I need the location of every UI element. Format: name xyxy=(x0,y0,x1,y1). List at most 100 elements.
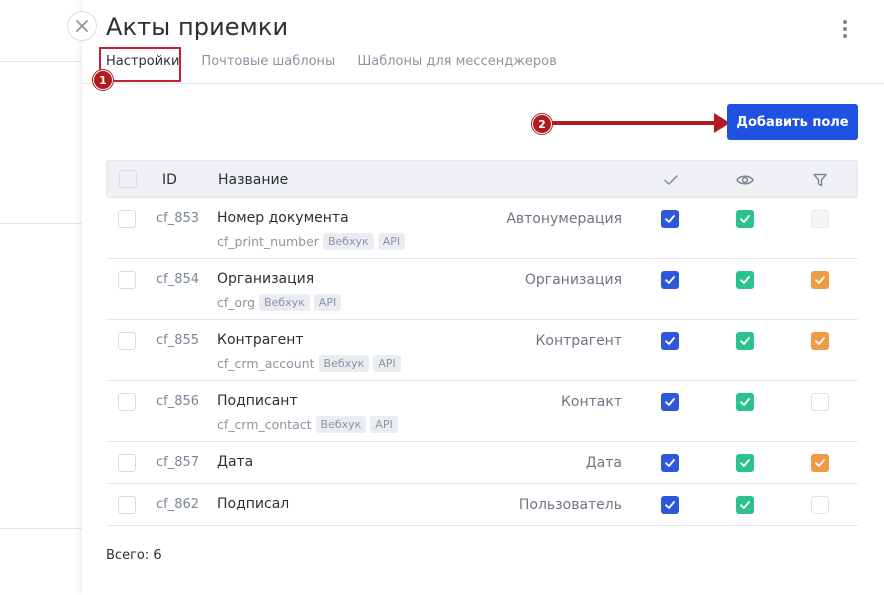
table-row[interactable]: cf_853 Номер документа cf_print_number В… xyxy=(106,198,858,259)
field-name: Подписант xyxy=(217,393,298,409)
check-icon xyxy=(815,337,825,345)
field-type: Дата xyxy=(585,455,622,471)
check-icon xyxy=(815,459,825,467)
field-id: cf_857 xyxy=(156,455,200,470)
annotation-marker-2: 2 xyxy=(532,114,552,134)
check-icon xyxy=(665,501,675,509)
check-icon xyxy=(740,501,750,509)
field-type: Автонумерация xyxy=(506,211,622,227)
tag-webhook: Вебхук xyxy=(259,294,310,311)
table-row[interactable]: cf_854 Организация cf_org Вебхук API Орг… xyxy=(106,259,858,320)
visible-checkbox[interactable] xyxy=(736,210,754,228)
field-id: cf_853 xyxy=(156,211,200,226)
check-icon xyxy=(740,459,750,467)
filter-checkbox[interactable] xyxy=(811,454,829,472)
field-name: Контрагент xyxy=(217,332,304,348)
filter-checkbox xyxy=(811,210,829,228)
required-checkbox[interactable] xyxy=(661,332,679,350)
field-id: cf_862 xyxy=(156,497,200,512)
total-count: Всего: 6 xyxy=(106,548,162,563)
field-code-line: cf_crm_account Вебхук API xyxy=(217,355,401,372)
filter-checkbox[interactable] xyxy=(811,393,829,411)
tag-webhook: Вебхук xyxy=(315,416,367,433)
filter-checkbox[interactable] xyxy=(811,496,829,514)
divider xyxy=(82,83,884,84)
check-icon xyxy=(815,276,825,284)
row-checkbox[interactable] xyxy=(118,393,136,411)
required-checkbox[interactable] xyxy=(661,496,679,514)
check-icon xyxy=(665,459,675,467)
field-id: cf_854 xyxy=(156,272,200,287)
field-name: Дата xyxy=(217,454,254,470)
background-page xyxy=(0,0,82,595)
check-icon xyxy=(740,215,750,223)
tab-messenger-templates[interactable]: Шаблоны для мессенджеров xyxy=(357,52,556,84)
visible-checkbox[interactable] xyxy=(736,271,754,289)
required-checkbox[interactable] xyxy=(661,393,679,411)
tag-webhook: Вебхук xyxy=(322,233,374,250)
table-row[interactable]: cf_862 Подписал Пользователь xyxy=(106,484,858,526)
tag-api: API xyxy=(377,233,406,250)
column-header-id: ID xyxy=(162,172,177,188)
required-checkbox[interactable] xyxy=(661,271,679,289)
required-checkbox[interactable] xyxy=(661,210,679,228)
row-checkbox[interactable] xyxy=(118,496,136,514)
required-checkbox[interactable] xyxy=(661,454,679,472)
row-checkbox[interactable] xyxy=(118,271,136,289)
field-id: cf_855 xyxy=(156,333,200,348)
field-code: cf_crm_contact xyxy=(217,417,312,432)
check-icon xyxy=(665,276,675,284)
check-icon xyxy=(665,215,675,223)
eye-icon xyxy=(736,172,754,192)
filter-icon xyxy=(812,172,828,192)
field-type: Контрагент xyxy=(535,333,622,349)
visible-checkbox[interactable] xyxy=(736,393,754,411)
check-icon xyxy=(740,398,750,406)
select-all-checkbox[interactable] xyxy=(119,170,137,188)
check-icon xyxy=(665,398,675,406)
table-header: ID Название xyxy=(106,160,858,198)
row-checkbox[interactable] xyxy=(118,210,136,228)
field-type: Организация xyxy=(524,272,622,288)
field-code-line: cf_org Вебхук API xyxy=(217,294,342,311)
tag-api: API xyxy=(313,294,342,311)
column-header-name: Название xyxy=(218,172,289,188)
row-checkbox[interactable] xyxy=(118,332,136,350)
close-icon xyxy=(76,20,88,32)
field-name: Номер документа xyxy=(217,210,349,226)
field-name: Организация xyxy=(217,271,315,287)
field-id: cf_856 xyxy=(156,394,200,409)
page-title: Акты приемки xyxy=(106,13,289,41)
side-panel: Акты приемки Настройки Почтовые шаблоны … xyxy=(82,0,884,595)
field-code: cf_crm_account xyxy=(217,356,315,371)
check-icon xyxy=(740,276,750,284)
table-row[interactable]: cf_855 Контрагент cf_crm_account Вебхук … xyxy=(106,320,858,381)
visible-checkbox[interactable] xyxy=(736,496,754,514)
visible-checkbox[interactable] xyxy=(736,332,754,350)
row-checkbox[interactable] xyxy=(118,454,136,472)
add-field-button[interactable]: Добавить поле xyxy=(727,104,858,140)
field-type: Контакт xyxy=(560,394,622,410)
field-code: cf_print_number xyxy=(217,234,319,249)
tag-api: API xyxy=(373,355,401,372)
close-button[interactable] xyxy=(67,11,97,41)
check-icon xyxy=(665,337,675,345)
table-row[interactable]: cf_856 Подписант cf_crm_contact Вебхук A… xyxy=(106,381,858,442)
table-row[interactable]: cf_857 Дата Дата xyxy=(106,442,858,484)
divider xyxy=(0,61,82,62)
field-code-line: cf_crm_contact Вебхук API xyxy=(217,416,398,433)
annotation-arrow xyxy=(551,121,721,125)
visible-checkbox[interactable] xyxy=(736,454,754,472)
check-icon xyxy=(663,172,679,192)
tag-webhook: Вебхук xyxy=(318,355,370,372)
tag-api: API xyxy=(370,416,398,433)
field-type: Пользователь xyxy=(518,497,622,513)
more-menu-icon[interactable] xyxy=(838,18,852,40)
field-name: Подписал xyxy=(217,496,290,512)
field-code-line: cf_print_number Вебхук API xyxy=(217,233,406,250)
filter-checkbox[interactable] xyxy=(811,271,829,289)
tab-mail-templates[interactable]: Почтовые шаблоны xyxy=(201,52,335,84)
annotation-marker-1: 1 xyxy=(93,70,113,90)
filter-checkbox[interactable] xyxy=(811,332,829,350)
check-icon xyxy=(740,337,750,345)
